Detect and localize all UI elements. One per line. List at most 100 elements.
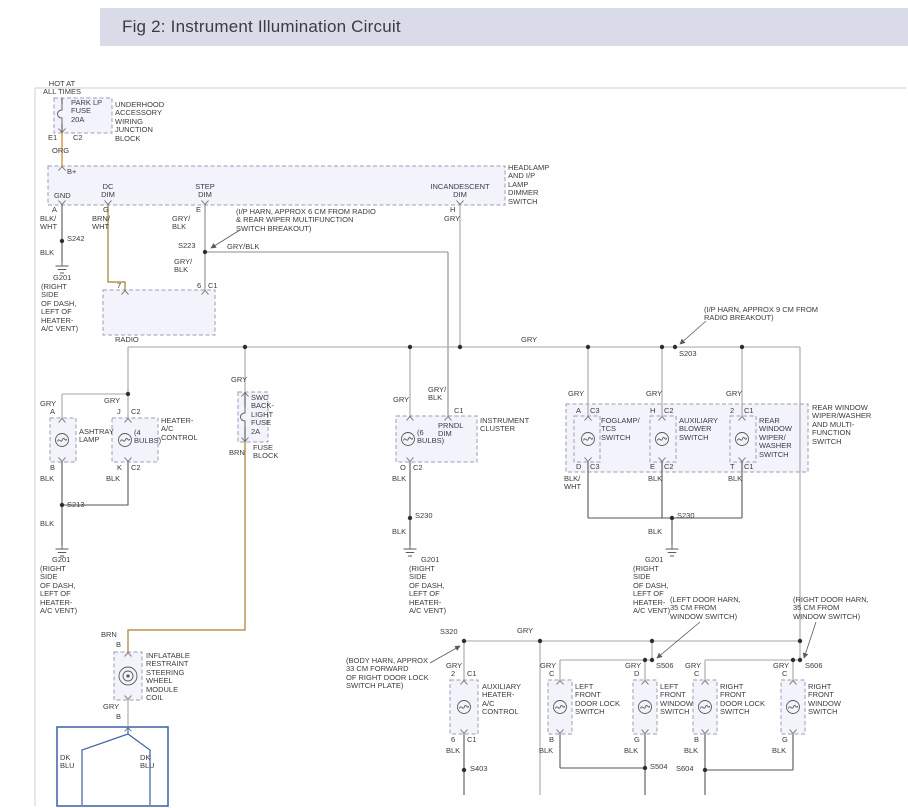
wire-blk: BLK [648,475,662,483]
splice-s230: S230 [677,512,695,520]
fog-conn-c3b: C3 [590,463,600,471]
wire-gry: GRY [568,390,584,398]
conn-e1: E1 [48,134,57,142]
ashtray-lamp-box [50,418,76,462]
cluster-pin-o: O [400,464,406,472]
aux-conn-c1: C1 [467,670,477,678]
heater-pin-k: K [117,464,122,472]
ground-location: (RIGHT SIDE OF DASH, LEFT OF HEATER- A/C… [633,565,670,615]
wire-gry-blk: GRY/ BLK [172,215,190,232]
wire-gry: GRY [726,390,742,398]
dimmer-bplus: B+ [67,168,76,176]
wire-blk: BLK [728,475,742,483]
dimmer-step-dim: STEP DIM [191,183,219,200]
rf-window-label: RIGHT FRONT WINDOW SWITCH [808,683,841,717]
lfw-pin-g: G [634,736,640,744]
blower-pin-h: H [650,407,655,415]
wire-blk: BLK [624,747,638,755]
aux-pin-2: 2 [451,670,455,678]
fog-label: FOGLAMP/ TCS SWITCH [601,417,640,442]
wire-dk-blu: DK BLU [60,754,75,771]
lfl-pin-b: B [549,736,554,744]
wire-blk: BLK [772,747,786,755]
hot-at-label: HOT AT ALL TIMES [40,80,84,97]
radio-label: RADIO [115,336,139,344]
wire-gry: GRY [393,396,409,404]
ashtray-pin-b: B [50,464,55,472]
ground-location: (RIGHT SIDE OF DASH, LEFT OF HEATER- A/C… [409,565,446,615]
blower-conn-c2b: C2 [664,463,674,471]
note-ip-harn-6cm: (I/P HARN, APPROX 6 CM FROM RADIO & REAR… [236,208,376,233]
splice-s320: S320 [440,628,458,636]
wire-blk: BLK [106,475,120,483]
blower-label: AUXILIARY BLOWER SWITCH [679,417,718,442]
wire-gry: GRY [231,376,247,384]
foglamp-switch-box [574,416,600,462]
note-ip-harn-9cm: (I/P HARN, APPROX 9 CM FROM RADIO BREAKO… [704,306,818,323]
ground-icon [666,545,679,556]
wire-brn-wht: BRN/ WHT [92,215,110,232]
splice-s223: S223 [178,242,196,250]
ground-location: (RIGHT SIDE OF DASH, LEFT OF HEATER- A/C… [40,565,77,615]
wire-blk: BLK [684,747,698,755]
radio-pin6: 6 [197,282,201,290]
wiper-label: REAR WINDOW WIPER/ WASHER SWITCH [759,417,792,459]
ground-location: (RIGHT SIDE OF DASH, LEFT OF HEATER- A/C… [41,283,78,333]
splice-s242: S242 [67,235,85,243]
cluster-conn-c2: C2 [413,464,423,472]
wire-gry-blk-radio: GRY/ BLK [174,258,192,275]
rfw-pin-c: C [782,670,787,678]
wire-blk: BLK [392,528,406,536]
lf-window-label: LEFT FRONT WINDOW SWITCH [660,683,693,717]
coil-pin-b2: B [116,713,121,721]
fog-pin-d: D [576,463,581,471]
heater-label: HEATER- A/C CONTROL [161,417,198,442]
conn-c2: C2 [73,134,83,142]
splice-s403: S403 [470,765,488,773]
splice-s604: S604 [676,765,694,773]
wire-org: ORG [52,147,69,155]
ashtray-pin-a: A [50,408,55,416]
wire-gry-bus: GRY [521,336,537,344]
rfw-pin-g: G [782,736,788,744]
wire-blk: BLK [446,747,460,755]
radio-box [103,290,215,335]
wiper-switch-box [730,416,756,462]
wire-blk: BLK [539,747,553,755]
aux-conn-c1b: C1 [467,736,477,744]
lfw-pin-d: D [634,670,639,678]
assembly-label: REAR WINDOW WIPER/WASHER AND MULTI- FUNC… [812,404,871,446]
wiper-pin-2: 2 [730,407,734,415]
wire-gry: GRY [104,397,120,405]
splice-s606: S606 [805,662,823,670]
dimmer-switch-label: HEADLAMP AND I/P LAMP DIMMER SWITCH [508,164,549,206]
splice-s504: S504 [650,763,668,771]
pin-e: E [196,206,201,214]
junction-block-label: UNDERHOOD ACCESSORY WIRING JUNCTION BLOC… [115,101,164,143]
wire-dk-blu: DK BLU [140,754,155,771]
fog-pin-a: A [576,407,581,415]
wire-brn: BRN [101,631,117,639]
dimmer-incandescent-dim: INCANDESCENT DIM [422,183,498,200]
splice-s230: S230 [415,512,433,520]
heater-bulbs: (4 BULBS) [134,429,161,446]
wire-blk-wht: BLK/ WHT [564,475,581,492]
wiper-pin-t: T [730,463,735,471]
note-body-harn: (BODY HARN, APPROX 33 CM FORWARD OF RIGH… [346,657,429,691]
radio-conn-c1: C1 [208,282,218,290]
aux-heater-label: AUXILIARY HEATER- A/C CONTROL [482,683,521,717]
blower-pin-e: E [650,463,655,471]
heater-conn-c2: C2 [131,408,141,416]
wire-blk: BLK [648,528,662,536]
rfl-pin-b: B [694,736,699,744]
splice-s203: S203 [679,350,697,358]
dimmer-dc-dim: DC DIM [94,183,122,200]
radio-pin7: 7 [117,282,121,290]
blower-conn-c2: C2 [664,407,674,415]
wiper-conn-c1b: C1 [744,463,754,471]
coil-pin-b: B [116,641,121,649]
wire-gry: GRY [517,627,533,635]
wire-gry-blk: GRY/ BLK [428,386,446,403]
wiring-diagram-page: Fig 2: Instrument Illumination Circuit [0,0,908,808]
cluster-conn-c1: C1 [454,407,464,415]
